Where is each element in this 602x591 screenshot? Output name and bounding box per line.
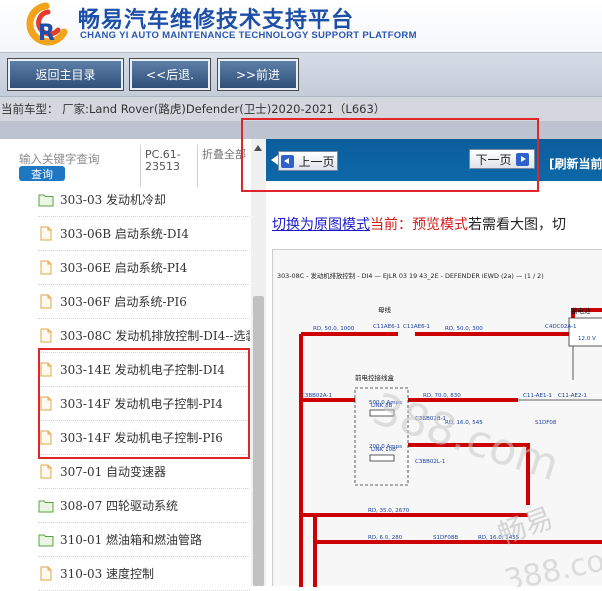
document-icon xyxy=(40,566,52,581)
tree-item-label: 303-06E 启动系统-PI4 xyxy=(60,261,188,275)
pc-code: PC.61-23513 xyxy=(145,148,181,173)
tree-item[interactable]: 307-01 自动变速器 xyxy=(38,455,250,489)
diagram-label: C11AE6-1 xyxy=(403,324,430,330)
mode-line: 切换为原图模式当前：预览模式若需看大图，切 xyxy=(272,214,566,234)
changyi-logo-icon: R xyxy=(26,2,68,46)
tree-item-label: 303-06B 启动系统-DI4 xyxy=(60,227,189,241)
tree-item-label: 308-07 四轮驱动系统 xyxy=(60,499,179,513)
forward-button[interactable]: >>前进 xyxy=(217,58,299,91)
document-icon xyxy=(40,226,52,241)
nav-highlight-box xyxy=(241,118,539,192)
diagram-label: 12.0 V xyxy=(578,336,596,342)
brand-title-en: CHANG YI AUTO MAINTENANCE TECHNOLOGY SUP… xyxy=(80,30,417,41)
diagram-label: S1DF08B xyxy=(433,535,458,541)
svg-text:R: R xyxy=(38,21,55,46)
tree-item[interactable]: 303-06B 启动系统-DI4 xyxy=(38,217,250,251)
current-mode-text: 当前：预览模式 xyxy=(370,217,468,233)
back-button[interactable]: <<后退. xyxy=(129,58,211,91)
document-icon xyxy=(40,260,52,275)
tree-item-label: 307-01 自动变速器 xyxy=(60,465,167,479)
diagram-label: C3BB02L-1 xyxy=(415,459,445,465)
tree-item[interactable]: 303-03 发动机冷却 xyxy=(38,183,250,217)
folder-icon xyxy=(38,500,54,513)
diagram-title: 303-08C - 发动机排放控制 - DI4 — EJLR 03 19 43_… xyxy=(277,271,544,280)
diagram-label: RD, 50.0, 300 xyxy=(445,326,483,332)
document-icon xyxy=(40,328,52,343)
wiring-diagram-svg: 303-08C - 发动机排放控制 - DI4 — EJLR 03 19 43_… xyxy=(277,271,602,591)
folder-icon xyxy=(38,534,54,547)
switch-original-link[interactable]: 切换为原图模式 xyxy=(272,217,370,233)
tree-scrollbar[interactable] xyxy=(251,139,266,586)
diagram-label: 母线 xyxy=(378,305,392,314)
app-header: R 畅易汽车维修技术支持平台 CHANG YI AUTO MAINTENANCE… xyxy=(0,0,602,52)
mode-hint-text: 若需看大图，切 xyxy=(468,217,566,233)
diagram-label: LINK 10B xyxy=(371,447,396,453)
catalog-tree-panel: 输入关键字查询 查询 PC.61-23513 折叠全部 303-03 发动机冷却… xyxy=(0,139,266,591)
collapse-all-button[interactable]: 折叠全部 xyxy=(202,149,246,161)
divider xyxy=(140,145,141,187)
search-button[interactable]: 查询 xyxy=(19,166,65,181)
diagram-label: C3BB02A-1 xyxy=(301,393,332,399)
diagram-label: RD, 50.0, 1000 xyxy=(313,326,355,332)
tree-item-label: 310-01 燃油箱和燃油管路 xyxy=(60,533,203,547)
diagram-label: 蓄电池 xyxy=(571,306,591,315)
toolbar: 返回主目录 <<后退. >>前进 xyxy=(0,52,602,97)
diagram-label: RD, 6.0, 280 xyxy=(368,535,403,541)
tree-item[interactable]: 303-06F 启动系统-PI6 xyxy=(38,285,250,319)
tree-item-label: 303-03 发动机冷却 xyxy=(60,193,167,207)
tree-item[interactable]: 308-07 四轮驱动系统 xyxy=(38,489,250,523)
diagram-label: C4DC02A-1 xyxy=(545,324,577,330)
document-icon xyxy=(40,294,52,309)
scroll-thumb[interactable] xyxy=(253,296,264,586)
tree-item[interactable]: 303-06E 启动系统-PI4 xyxy=(38,251,250,285)
diagram-label: C11AE6-1 xyxy=(373,324,400,330)
tree-item[interactable]: 310-01 燃油箱和燃油管路 xyxy=(38,523,250,557)
home-button[interactable]: 返回主目录 xyxy=(7,58,124,91)
diagram-label: C11-AE2-1 xyxy=(558,393,587,399)
tree-item-label: 303-08C 发动机排放控制-DI4--选装 xyxy=(60,329,250,343)
folder-icon xyxy=(38,194,54,207)
highlight-box xyxy=(38,348,250,459)
document-viewer: 上一页 下一页 [刷新当前 切换为原图模式当前：预览模式若需看大图，切 303-… xyxy=(266,139,602,591)
diagram-label: C11-AE1-1 xyxy=(523,393,552,399)
divider xyxy=(197,145,198,187)
diagram-label: 前电控接线盒 xyxy=(355,373,395,382)
tree-item-label: 303-06F 启动系统-PI6 xyxy=(60,295,187,309)
tree-item-label: 310-03 速度控制 xyxy=(60,567,155,581)
refresh-link[interactable]: [刷新当前 xyxy=(549,155,602,172)
diagram-label: S1DF08 xyxy=(535,420,557,426)
wiring-diagram[interactable]: 303-08C - 发动机排放控制 - DI4 — EJLR 03 19 43_… xyxy=(272,249,602,591)
document-icon xyxy=(40,464,52,479)
diagram-label: RD, 35.0, 2670 xyxy=(368,508,410,514)
